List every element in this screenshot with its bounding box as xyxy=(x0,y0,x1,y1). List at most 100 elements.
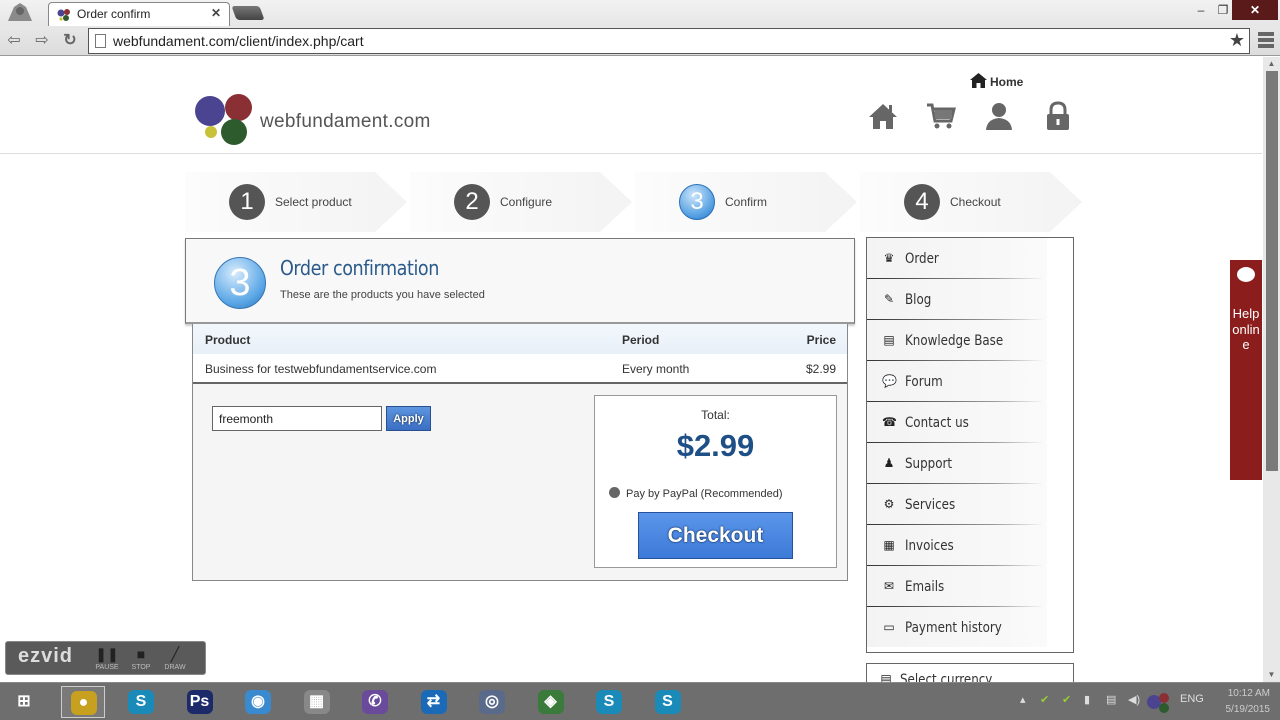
sidebar-item-services[interactable]: ⚙ Services xyxy=(867,484,1073,525)
scroll-down-icon[interactable]: ▼ xyxy=(1263,668,1280,682)
start-icon: ⊞ xyxy=(11,690,37,714)
window-minimize-button[interactable]: – xyxy=(1190,0,1212,20)
taskbar-app-calculator[interactable]: ▦ xyxy=(295,686,339,718)
taskbar-app-app-sphere[interactable]: ◎ xyxy=(470,686,514,718)
gear-icon: ⚙ xyxy=(883,497,895,511)
taskbar-app-start[interactable]: ⊞ xyxy=(2,686,46,718)
sidebar-item-support[interactable]: ♟ Support xyxy=(867,443,1073,484)
paypal-option[interactable]: Pay by PayPal (Recommended) xyxy=(609,487,783,500)
clock-date: 5/19/2015 xyxy=(1225,704,1271,715)
home-link[interactable]: Home xyxy=(970,73,1023,89)
ezvid-button-label: STOP xyxy=(131,664,151,671)
sidebar-item-blog[interactable]: ✎ Blog xyxy=(867,279,1073,320)
order-confirmation-panel: 3 Order confirmation These are the produ… xyxy=(185,238,855,583)
apply-promo-button[interactable]: Apply xyxy=(386,406,431,431)
ezvid-logo: ezvid xyxy=(18,645,74,667)
system-clock[interactable]: 10:12 AM 5/19/2015 xyxy=(1210,686,1271,718)
browser-menu-icon[interactable] xyxy=(1256,30,1276,52)
tray-webfundament-icon[interactable] xyxy=(1146,693,1172,718)
sidebar-item-knowledge-base[interactable]: ▤ Knowledge Base xyxy=(867,320,1073,361)
tab-close-icon[interactable]: ✕ xyxy=(211,6,221,20)
sidebar-item-label: Blog xyxy=(905,292,932,308)
tray-volume-icon[interactable]: ◀) xyxy=(1128,693,1140,706)
envelope-icon: ✉ xyxy=(883,579,895,593)
browser-tab[interactable]: Order confirm ✕ xyxy=(48,2,230,26)
tray-check-icon-2[interactable]: ✔ xyxy=(1062,693,1071,706)
scroll-up-icon[interactable]: ▲ xyxy=(1263,57,1280,71)
back-arrow-icon[interactable]: ⇦ xyxy=(4,31,24,51)
step-confirm[interactable]: 3 Confirm xyxy=(635,172,860,232)
select-currency-box[interactable]: ▤ Select currency xyxy=(866,663,1074,682)
taskbar-app-skype-2[interactable]: S xyxy=(587,686,631,718)
home-link-label: Home xyxy=(990,75,1024,89)
stop-icon: ■ xyxy=(136,646,146,662)
select-currency-label: Select currency xyxy=(900,672,993,682)
logo-text: webfundament.com xyxy=(260,111,431,132)
ezvid-pause-button[interactable]: ❚❚ PAUSE xyxy=(90,644,124,674)
ezvid-draw-button[interactable]: ╱ DRAW xyxy=(158,644,192,674)
taskbar-app-browser-globe[interactable]: ◉ xyxy=(236,686,280,718)
column-header-period: Period xyxy=(622,333,660,347)
page-scrollbar[interactable]: ▲ ▼ xyxy=(1263,57,1280,682)
sidebar-item-emails[interactable]: ✉ Emails xyxy=(867,566,1073,607)
column-header-product: Product xyxy=(205,333,251,347)
client-sidebar-menu: ♛ Order ✎ Blog ▤ Knowledge Base 💬 Forum ☎ Con… xyxy=(866,237,1074,653)
tray-check-icon[interactable]: ✔ xyxy=(1040,693,1049,706)
tray-power-icon[interactable]: ▮ xyxy=(1084,693,1090,706)
taskbar-app-skype-3[interactable]: S xyxy=(646,686,690,718)
reload-icon[interactable]: ↻ xyxy=(60,31,80,51)
taskbar-app-teamviewer[interactable]: ⇄ xyxy=(412,686,456,718)
window-maximize-button[interactable]: ❐ xyxy=(1212,0,1234,20)
photoshop-icon: Ps xyxy=(186,690,213,714)
sidebar-item-invoices[interactable]: ▦ Invoices xyxy=(867,525,1073,566)
edit-icon: ✎ xyxy=(883,292,895,306)
window-close-button[interactable]: ✕ xyxy=(1232,0,1278,20)
book-icon: ▤ xyxy=(883,333,895,347)
table-row: Business for testwebfundamentservice.com… xyxy=(193,354,847,384)
new-tab-button[interactable] xyxy=(231,6,265,20)
ezvid-button-label: DRAW xyxy=(164,664,186,671)
checkout-steps: 1 Select product 2 Configure 3 Confirm 4… xyxy=(185,172,1082,232)
home-icon[interactable] xyxy=(868,101,898,131)
ezvid-button-label: PAUSE xyxy=(95,664,119,671)
app-map-icon: ◈ xyxy=(537,690,564,714)
checkout-button[interactable]: Checkout xyxy=(638,512,793,559)
scrollbar-thumb[interactable] xyxy=(1266,71,1278,471)
skype-3-icon: S xyxy=(654,690,681,714)
browser-globe-icon: ◉ xyxy=(245,690,271,714)
tray-expand-icon[interactable]: ▴ xyxy=(1020,693,1026,706)
address-url[interactable]: webfundament.com/client/index.php/cart xyxy=(113,33,364,49)
taskbar-app-viber[interactable]: ✆ xyxy=(353,686,397,718)
address-bar[interactable]: webfundament.com/client/index.php/cart ★ xyxy=(88,28,1250,54)
tray-network-icon[interactable]: ▤ xyxy=(1106,693,1116,706)
paypal-option-label: Pay by PayPal (Recommended) xyxy=(626,488,783,500)
promo-code-input[interactable] xyxy=(212,406,382,431)
tray-language[interactable]: ENG xyxy=(1180,693,1204,705)
chat-icon: 💬 xyxy=(882,374,897,388)
step-select-product[interactable]: 1 Select product xyxy=(185,172,410,232)
step-label: Checkout xyxy=(950,195,1001,209)
ezvid-recorder-toolbar: ezvid ❚❚ PAUSE ■ STOP ╱ DRAW xyxy=(5,641,206,675)
sidebar-item-payment-history[interactable]: ▭ Payment history xyxy=(867,607,1073,648)
step-configure[interactable]: 2 Configure xyxy=(410,172,635,232)
lock-icon[interactable] xyxy=(1043,101,1073,131)
sidebar-item-label: Services xyxy=(905,497,956,513)
cart-icon[interactable] xyxy=(926,101,956,131)
user-icon[interactable] xyxy=(984,101,1014,131)
sidebar-item-forum[interactable]: 💬 Forum xyxy=(867,361,1073,402)
sidebar-item-contact-us[interactable]: ☎ Contact us xyxy=(867,402,1073,443)
chrome-profile-icon[interactable] xyxy=(4,1,36,23)
bookmark-star-icon[interactable]: ★ xyxy=(1229,30,1245,51)
site-logo[interactable]: webfundament.com xyxy=(195,92,455,147)
help-online-tab[interactable]: Help online xyxy=(1230,260,1262,480)
step-checkout[interactable]: 4 Checkout xyxy=(860,172,1085,232)
product-name: Business for testwebfundamentservice.com xyxy=(205,362,437,376)
ezvid-stop-button[interactable]: ■ STOP xyxy=(124,644,158,674)
taskbar-app-photoshop[interactable]: Ps xyxy=(178,686,222,718)
taskbar-app-app-map[interactable]: ◈ xyxy=(529,686,573,718)
paypal-radio[interactable] xyxy=(609,487,620,498)
taskbar-app-skype[interactable]: S xyxy=(119,686,163,718)
forward-arrow-icon[interactable]: ⇨ xyxy=(32,31,52,51)
sidebar-item-order[interactable]: ♛ Order xyxy=(867,238,1073,279)
taskbar-app-chrome[interactable]: ● xyxy=(60,686,105,718)
